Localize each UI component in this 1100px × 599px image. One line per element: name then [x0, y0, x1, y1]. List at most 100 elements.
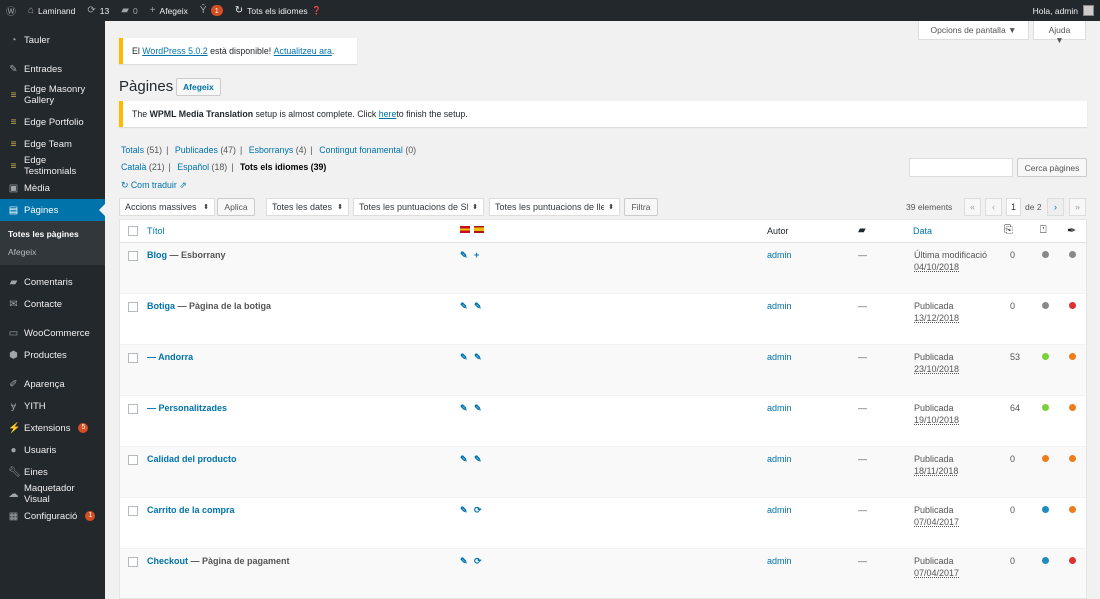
select-all-checkbox[interactable]: [128, 226, 138, 236]
seo-score-select[interactable]: Totes les puntuacions de SEO ⬍: [353, 198, 484, 216]
apply-button[interactable]: Aplica: [217, 198, 255, 216]
submenu-all-pages[interactable]: Totes les pàgines: [0, 225, 105, 243]
outgoing-links-icon[interactable]: ⎘: [1004, 224, 1013, 237]
search-pages-button[interactable]: Cerca pàgines: [1017, 158, 1087, 177]
menu-woocommerce[interactable]: ▭ WooCommerce: [0, 322, 105, 344]
menu-pages[interactable]: ▤ Pàgines: [0, 199, 105, 221]
translation-status-icon[interactable]: +: [474, 250, 479, 260]
translation-status-icon[interactable]: ✎: [474, 403, 482, 414]
edit-translation-icon[interactable]: ✎: [460, 505, 468, 516]
submenu-add-new[interactable]: Afegeix: [0, 243, 105, 261]
menu-settings[interactable]: ▦ Configuració 1: [0, 505, 105, 527]
date-column-header[interactable]: Data: [913, 226, 932, 236]
row-author-link[interactable]: admin: [767, 556, 792, 566]
filter-espanol[interactable]: Español: [177, 162, 209, 172]
translation-status-icon[interactable]: ⟳: [474, 556, 482, 567]
menu-appearance[interactable]: ✐ Aparença: [0, 373, 105, 395]
edit-translation-icon[interactable]: ✎: [460, 454, 468, 465]
edit-translation-icon[interactable]: ✎: [460, 352, 468, 363]
menu-comments[interactable]: ▰ Comentaris: [0, 271, 105, 293]
menu-edge-portfolio[interactable]: ≡ Edge Portfolio: [0, 111, 105, 133]
update-now-link[interactable]: Actualitzeu ara: [274, 46, 332, 56]
how-to-translate-link[interactable]: ↻ Com traduir ⇗: [121, 180, 187, 191]
row-author-link[interactable]: admin: [767, 301, 792, 311]
row-checkbox[interactable]: [128, 353, 138, 363]
row-title-link[interactable]: Botiga: [147, 301, 175, 311]
menu-plugins[interactable]: ⚡ Extensions 5: [0, 417, 105, 439]
row-title-link[interactable]: — Personalitzades: [147, 403, 227, 413]
title-column-header[interactable]: Títol: [147, 226, 165, 236]
menu-yith[interactable]: ɏ YITH: [0, 395, 105, 417]
search-input[interactable]: [909, 158, 1013, 177]
menu-posts[interactable]: ✎ Entrades: [0, 59, 105, 79]
row-checkbox[interactable]: [128, 455, 138, 465]
row-checkbox[interactable]: [128, 251, 138, 261]
row-checkbox[interactable]: [128, 557, 138, 567]
my-account[interactable]: Hola, admin: [1033, 5, 1100, 16]
menu-media[interactable]: ▣ Mèdia: [0, 177, 105, 199]
row-author-link[interactable]: admin: [767, 454, 792, 464]
updates-link[interactable]: ⟳ 13: [81, 0, 115, 21]
language-switcher[interactable]: ↻ Tots els idiomes ❓: [229, 0, 328, 21]
filter-drafts[interactable]: Esborranys: [249, 145, 294, 155]
row-title-link[interactable]: Blog: [147, 250, 167, 260]
translation-status-icon[interactable]: ✎: [474, 454, 482, 465]
menu-users[interactable]: ● Usuaris: [0, 439, 105, 461]
menu-products[interactable]: ⬢ Productes: [0, 344, 105, 366]
bulk-actions-select[interactable]: Accions massives ⬍: [119, 198, 215, 216]
edit-translation-icon[interactable]: ✎: [460, 403, 468, 414]
edit-translation-icon[interactable]: ✎: [460, 250, 468, 261]
next-page-button[interactable]: ›: [1047, 198, 1064, 216]
wordpress-version-link[interactable]: WordPress 5.0.2: [142, 46, 207, 56]
menu-tools[interactable]: 🔧︎ Eines: [0, 461, 105, 483]
row-title-link[interactable]: Carrito de la compra: [147, 505, 235, 515]
translation-status-icon[interactable]: ⟳: [474, 505, 482, 516]
comments-link[interactable]: ▰ 0: [115, 0, 143, 21]
wordpress-logo-icon[interactable]: Ⓦ: [0, 0, 22, 21]
last-page-button[interactable]: »: [1069, 198, 1086, 216]
readability-icon[interactable]: ✒: [1067, 224, 1076, 237]
edit-translation-icon[interactable]: ✎: [460, 556, 468, 567]
filter-all-languages[interactable]: Tots els idiomes (39): [240, 162, 326, 172]
seo-score-icon[interactable]: ⍞: [1040, 224, 1047, 237]
row-author-link[interactable]: admin: [767, 250, 792, 260]
readability-score-select[interactable]: Totes les puntuacions de llegibilitat⬍: [489, 198, 620, 216]
add-new-page-button[interactable]: Afegeix: [176, 78, 221, 96]
menu-edge-testimonials[interactable]: ≡ Edge Testimonials: [0, 155, 105, 177]
dates-select[interactable]: Totes les dates ⬍: [266, 198, 349, 216]
current-page-input[interactable]: 1: [1006, 198, 1021, 216]
filter-cornerstone[interactable]: Contingut fonamental: [319, 145, 403, 155]
row-checkbox[interactable]: [128, 302, 138, 312]
menu-edge-team[interactable]: ≡ Edge Team: [0, 133, 105, 155]
edit-translation-icon[interactable]: ✎: [460, 301, 468, 312]
yoast-menu[interactable]: Ŷ1: [194, 0, 229, 21]
row-author-link[interactable]: admin: [767, 403, 792, 413]
row-author-link[interactable]: admin: [767, 352, 792, 362]
menu-contact[interactable]: ✉ Contacte: [0, 293, 105, 315]
box-icon: ⬢: [9, 349, 18, 361]
first-page-button[interactable]: «: [964, 198, 981, 216]
site-name-link[interactable]: ⌂ Laminand: [22, 0, 81, 21]
prev-page-button[interactable]: ‹: [985, 198, 1002, 216]
screen-options-button[interactable]: Opcions de pantalla ▼: [918, 21, 1029, 40]
row-title-link[interactable]: Checkout: [147, 556, 188, 566]
filter-button[interactable]: Filtra: [624, 198, 658, 216]
seo-score-dot: [1042, 251, 1049, 258]
filter-published[interactable]: Publicades: [175, 145, 218, 155]
wpml-here-link[interactable]: here: [379, 109, 397, 119]
filter-all[interactable]: Totals: [121, 145, 144, 155]
menu-visual-builder[interactable]: ☁ Maquetador Visual: [0, 483, 105, 505]
row-author-link[interactable]: admin: [767, 505, 792, 515]
row-title-link[interactable]: Calidad del producto: [147, 454, 237, 464]
filter-catala[interactable]: Català: [121, 162, 146, 172]
menu-edge-masonry[interactable]: ≡ Edge Masonry Gallery: [0, 79, 105, 111]
row-title-link[interactable]: — Andorra: [147, 352, 193, 362]
row-checkbox[interactable]: [128, 404, 138, 414]
menu-dashboard[interactable]: ◔ Tauler: [0, 21, 105, 59]
help-button[interactable]: Ajuda ▼: [1033, 21, 1086, 45]
translation-status-icon[interactable]: ✎: [474, 352, 482, 363]
row-checkbox[interactable]: [128, 506, 138, 516]
new-content-link[interactable]: + Afegeix: [144, 0, 194, 21]
comments-column-icon[interactable]: ▰: [858, 225, 866, 236]
translation-status-icon[interactable]: ✎: [474, 301, 482, 312]
